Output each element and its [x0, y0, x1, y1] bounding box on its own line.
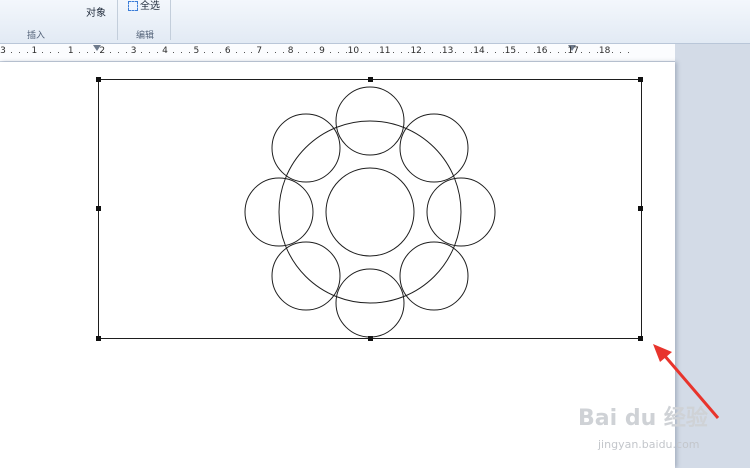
watermark-url: jingyan.baidu.com [598, 438, 700, 451]
annotation-arrow [653, 344, 720, 419]
watermark-logo: Bai du 经验 [578, 406, 708, 431]
